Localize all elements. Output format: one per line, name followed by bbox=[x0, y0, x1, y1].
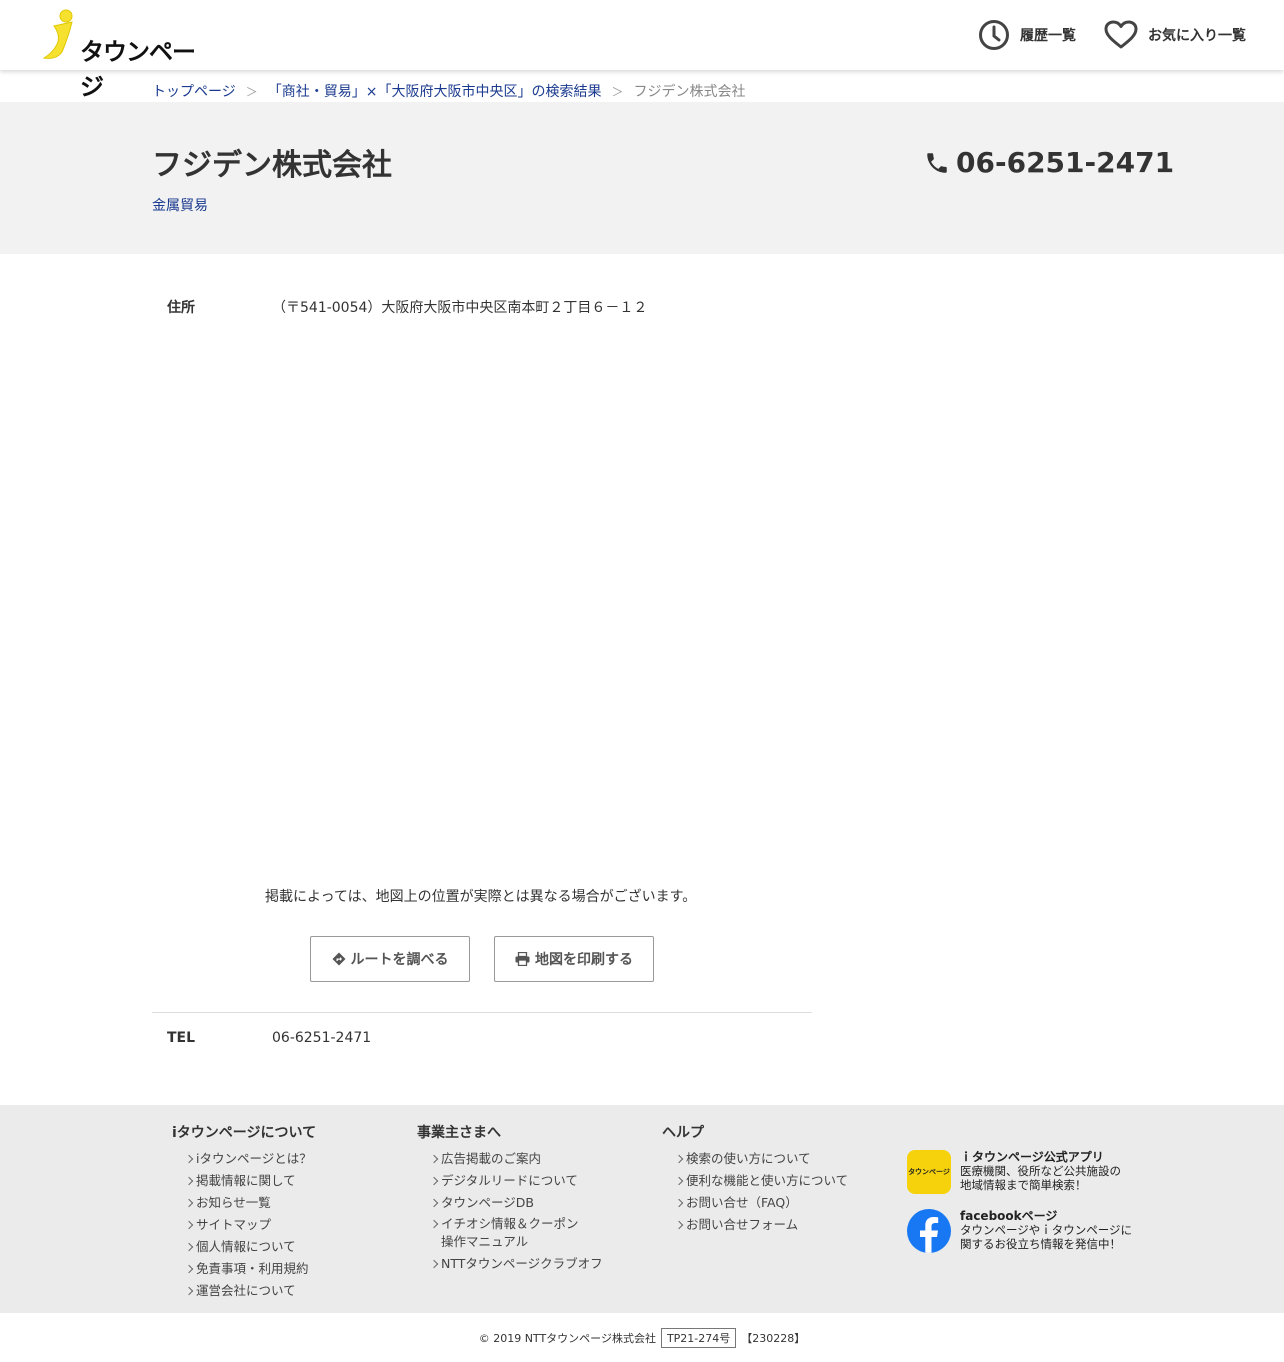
breadcrumb-separator: ＞ bbox=[611, 84, 624, 99]
address-label: 住所 bbox=[167, 300, 195, 316]
copyright-code: TP21-274号 bbox=[660, 1328, 737, 1348]
footer-link[interactable]: お問い合せフォーム bbox=[676, 1214, 848, 1236]
footer-link[interactable]: NTTタウンページクラブオフ bbox=[431, 1253, 603, 1275]
footer-link[interactable]: 個人情報について bbox=[186, 1236, 316, 1258]
heart-icon bbox=[1104, 20, 1138, 49]
logo-text: タウンページ bbox=[80, 38, 196, 101]
facebook-promo-text: facebookページ タウンページやｉタウンページに 関するお役立ち情報を発信… bbox=[960, 1209, 1132, 1251]
facebook-promo-banner[interactable]: facebookページ タウンページやｉタウンページに 関するお役立ち情報を発信… bbox=[907, 1209, 1132, 1253]
footer-column-about: iタウンページについて iタウンページとは？ 掲載情報に関して お知らせ一覧 サ… bbox=[172, 1122, 316, 1302]
breadcrumb: トップページ ＞ 「商社・貿易」×「大阪府大阪市中央区」の検索結果 ＞ フジデン… bbox=[152, 81, 746, 101]
footer-link[interactable]: お問い合せ（FAQ） bbox=[676, 1192, 848, 1214]
facebook-f-icon bbox=[920, 1217, 939, 1253]
footer-link[interactable]: 免責事項・利用規約 bbox=[186, 1258, 316, 1280]
footer-link[interactable]: イチオシ情報＆クーポン 操作マニュアル bbox=[431, 1214, 603, 1253]
copyright-text: © 2019 NTTタウンページ株式会社 bbox=[478, 1332, 656, 1345]
print-button-label: 地図を印刷する bbox=[535, 952, 633, 968]
footer-link[interactable]: 検索の使い方について bbox=[676, 1148, 848, 1170]
breadcrumb-current: フジデン株式会社 bbox=[633, 84, 746, 100]
footer-column-title: iタウンページについて bbox=[172, 1125, 317, 1141]
footer-column-title: ヘルプ bbox=[662, 1125, 704, 1141]
map-note: 掲載によっては、地図上の位置が実際とは異なる場合がございます。 bbox=[265, 889, 697, 905]
business-phone-number: 06-6251-2471 bbox=[956, 146, 1175, 179]
facebook-promo-line: タウンページやｉタウンページに bbox=[960, 1223, 1133, 1237]
footer-link[interactable]: 運営会社について bbox=[186, 1280, 316, 1302]
address-value: （〒541-0054）大阪府大阪市中央区南本町２丁目６－１２ bbox=[272, 300, 648, 316]
map-area[interactable] bbox=[265, 330, 813, 870]
copyright-bar: © 2019 NTTタウンページ株式会社 TP21-274号 【230228】 bbox=[0, 1328, 1284, 1348]
app-promo-banner[interactable]: タウンページ ｉタウンページ公式アプリ 医療機関、役所など公共施設の 地域情報ま… bbox=[907, 1150, 1121, 1194]
route-diamond-icon bbox=[332, 952, 345, 966]
app-icon: タウンページ bbox=[907, 1150, 951, 1194]
copyright-date: 【230228】 bbox=[741, 1332, 806, 1345]
footer-link-line: イチオシ情報＆クーポン bbox=[441, 1216, 579, 1231]
tel-label: TEL bbox=[167, 1030, 196, 1046]
business-category-link[interactable]: 金属貿易 bbox=[152, 195, 208, 215]
footer-link[interactable]: お知らせ一覧 bbox=[186, 1192, 316, 1214]
print-map-button[interactable]: 地図を印刷する bbox=[494, 936, 654, 982]
footer-column-business: 事業主さまへ 広告掲載のご案内 デジタルリードについて タウンページDB イチオ… bbox=[417, 1122, 603, 1275]
site-header: タウンページ 履歴一覧 お気に入り一覧 bbox=[0, 0, 1284, 101]
footer-link[interactable]: 広告掲載のご案内 bbox=[431, 1148, 603, 1170]
breadcrumb-separator: ＞ bbox=[245, 84, 258, 99]
footer-link[interactable]: 便利な機能と使い方について bbox=[676, 1170, 848, 1192]
footer-link[interactable]: iタウンページとは？ bbox=[186, 1148, 316, 1170]
facebook-promo-title: facebookページ bbox=[960, 1209, 1058, 1223]
clock-icon bbox=[979, 20, 1009, 50]
route-button-label: ルートを調べる bbox=[350, 952, 449, 968]
history-label: 履歴一覧 bbox=[1020, 28, 1076, 44]
facebook-promo-line: 関するお役立ち情報を発信中！ bbox=[960, 1237, 1121, 1251]
footer-column-help: ヘルプ 検索の使い方について 便利な機能と使い方について お問い合せ（FAQ） … bbox=[662, 1122, 848, 1236]
app-promo-text: ｉタウンページ公式アプリ 医療機関、役所など公共施設の 地域情報まで簡単検索！ bbox=[960, 1150, 1121, 1192]
app-icon-text: タウンページ bbox=[908, 1168, 950, 1176]
app-promo-title: ｉタウンページ公式アプリ bbox=[960, 1150, 1104, 1164]
footer-link[interactable]: サイトマップ bbox=[186, 1214, 316, 1236]
history-link[interactable]: 履歴一覧 bbox=[978, 18, 1076, 52]
business-name: フジデン株式会社 bbox=[152, 148, 392, 183]
printer-icon bbox=[515, 952, 530, 966]
favorites-link[interactable]: お気に入り一覧 bbox=[1104, 18, 1246, 52]
footer-link-line: 操作マニュアル bbox=[441, 1234, 529, 1249]
favorites-label: お気に入り一覧 bbox=[1148, 28, 1246, 44]
itownpage-logo[interactable]: タウンページ bbox=[40, 8, 210, 101]
tel-value: 06-6251-2471 bbox=[272, 1030, 372, 1046]
phone-icon bbox=[927, 152, 947, 173]
divider bbox=[152, 1012, 812, 1013]
facebook-icon bbox=[907, 1209, 951, 1253]
footer-column-title: 事業主さまへ bbox=[417, 1125, 501, 1141]
footer-link[interactable]: デジタルリードについて bbox=[431, 1170, 603, 1192]
footer-link[interactable]: 掲載情報に関して bbox=[186, 1170, 316, 1192]
breadcrumb-search-result[interactable]: 「商社・貿易」×「大阪府大阪市中央区」の検索結果 bbox=[268, 81, 602, 101]
app-promo-line: 医療機関、役所など公共施設の bbox=[960, 1164, 1121, 1178]
business-phone[interactable]: 06-6251-2471 bbox=[924, 146, 1174, 179]
app-promo-line: 地域情報まで簡単検索！ bbox=[960, 1178, 1087, 1192]
footer-link[interactable]: タウンページDB bbox=[431, 1192, 603, 1214]
route-button[interactable]: ルートを調べる bbox=[310, 936, 470, 982]
